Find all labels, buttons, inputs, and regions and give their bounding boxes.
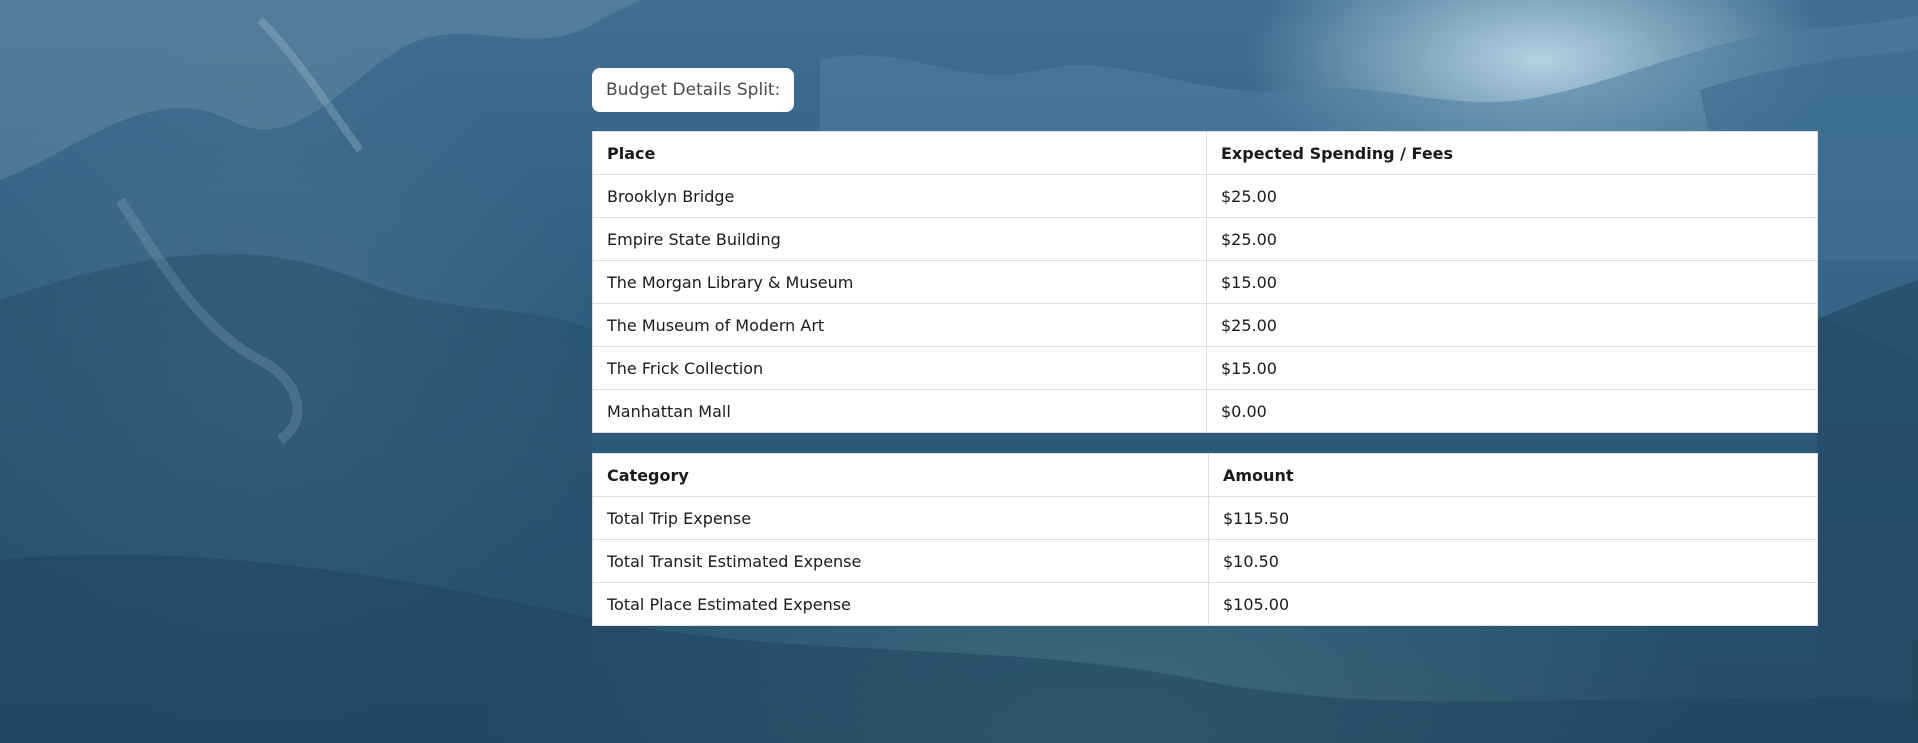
table-row: The Museum of Modern Art $25.00 — [592, 303, 1818, 347]
table-row: The Morgan Library & Museum $15.00 — [592, 260, 1818, 304]
column-header-category: Category — [592, 453, 1209, 497]
place-name-cell: Empire State Building — [592, 217, 1207, 261]
category-cell: Total Trip Expense — [592, 496, 1209, 540]
place-fee-cell: $25.00 — [1206, 303, 1818, 347]
place-fee-cell: $0.00 — [1206, 389, 1818, 433]
place-name-cell: Manhattan Mall — [592, 389, 1207, 433]
table-row: Empire State Building $25.00 — [592, 217, 1818, 261]
table-header-row: Category Amount — [592, 453, 1818, 497]
place-name-cell: Brooklyn Bridge — [592, 174, 1207, 218]
place-name-cell: The Museum of Modern Art — [592, 303, 1207, 347]
place-name-cell: The Morgan Library & Museum — [592, 260, 1207, 304]
table-header-row: Place Expected Spending / Fees — [592, 131, 1818, 175]
column-header-amount: Amount — [1208, 453, 1818, 497]
amount-cell: $115.50 — [1208, 496, 1818, 540]
amount-cell: $105.00 — [1208, 582, 1818, 626]
table-row: Total Transit Estimated Expense $10.50 — [592, 539, 1818, 583]
table-row: Brooklyn Bridge $25.00 — [592, 174, 1818, 218]
table-row: The Frick Collection $15.00 — [592, 346, 1818, 390]
place-fee-cell: $15.00 — [1206, 346, 1818, 390]
amount-cell: $10.50 — [1208, 539, 1818, 583]
place-fee-cell: $25.00 — [1206, 217, 1818, 261]
place-name-cell: The Frick Collection — [592, 346, 1207, 390]
table-row: Total Place Estimated Expense $105.00 — [592, 582, 1818, 626]
scrollbar-thumb[interactable] — [1912, 640, 1918, 720]
category-cell: Total Place Estimated Expense — [592, 582, 1209, 626]
column-header-place: Place — [592, 131, 1207, 175]
expense-summary-table: Category Amount Total Trip Expense $115.… — [592, 453, 1818, 626]
budget-details-label: Budget Details Split: — [592, 68, 795, 112]
column-header-expected-spending: Expected Spending / Fees — [1206, 131, 1818, 175]
place-fee-cell: $25.00 — [1206, 174, 1818, 218]
category-cell: Total Transit Estimated Expense — [592, 539, 1209, 583]
table-row: Total Trip Expense $115.50 — [592, 496, 1818, 540]
places-spending-table: Place Expected Spending / Fees Brooklyn … — [592, 131, 1818, 433]
place-fee-cell: $15.00 — [1206, 260, 1818, 304]
table-row: Manhattan Mall $0.00 — [592, 389, 1818, 433]
